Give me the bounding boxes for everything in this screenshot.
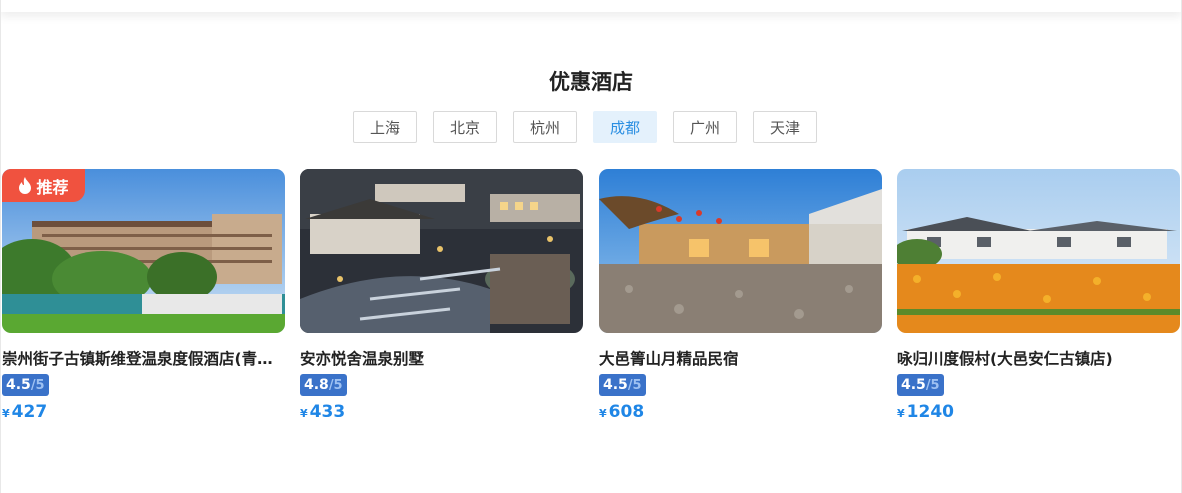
hotel-name[interactable]: 咏归川度假村(大邑安仁古镇店) [897, 347, 1180, 369]
hotel-card[interactable]: 推荐 崇州街子古镇斯维登温泉度假酒店(青城山店) 4.5/5 ¥427 [2, 169, 285, 422]
rating-badge: 4.5/5 [599, 374, 646, 396]
price-amount: 427 [11, 402, 48, 422]
recommend-badge: 推荐 [2, 169, 85, 202]
rating-score: 4.5 [6, 377, 31, 393]
hotel-price: ¥427 [2, 402, 285, 422]
rating-score: 4.5 [901, 377, 926, 393]
currency-symbol: ¥ [599, 407, 607, 420]
fire-icon [18, 177, 32, 194]
rating-badge: 4.5/5 [897, 374, 944, 396]
hotel-card[interactable]: 咏归川度假村(大邑安仁古镇店) 4.5/5 ¥1240 [897, 169, 1180, 422]
hotel-name[interactable]: 大邑箐山月精品民宿 [599, 347, 882, 369]
tab-hangzhou[interactable]: 杭州 [513, 111, 577, 143]
price-amount: 1240 [906, 402, 954, 422]
currency-symbol: ¥ [897, 407, 905, 420]
rating-badge: 4.5/5 [2, 374, 49, 396]
badge-label: 推荐 [36, 177, 69, 197]
hotel-price: ¥608 [599, 402, 882, 422]
hotel-card[interactable]: 大邑箐山月精品民宿 4.5/5 ¥608 [599, 169, 882, 422]
rating-score: 4.5 [603, 377, 628, 393]
section-title: 优惠酒店 [549, 70, 633, 94]
hotel-name[interactable]: 崇州街子古镇斯维登温泉度假酒店(青城山店) [2, 347, 285, 369]
currency-symbol: ¥ [2, 407, 10, 420]
city-tabs: 上海 北京 杭州 成都 广州 天津 [353, 111, 817, 143]
price-amount: 433 [309, 402, 346, 422]
currency-symbol: ¥ [300, 407, 308, 420]
rating-max: /5 [328, 378, 343, 393]
rating-max: /5 [30, 378, 45, 393]
rating-max: /5 [925, 378, 940, 393]
rating-badge: 4.8/5 [300, 374, 347, 396]
tab-guangzhou[interactable]: 广州 [673, 111, 737, 143]
rating-score: 4.8 [304, 377, 329, 393]
hotel-name[interactable]: 安亦悦舍温泉别墅 [300, 347, 583, 369]
hotel-price: ¥433 [300, 402, 583, 422]
hotel-card[interactable]: 安亦悦舍温泉别墅 4.8/5 ¥433 [300, 169, 583, 422]
hotel-image[interactable] [897, 169, 1180, 333]
tab-tianjin[interactable]: 天津 [753, 111, 817, 143]
tab-shanghai[interactable]: 上海 [353, 111, 417, 143]
hotel-image[interactable] [599, 169, 882, 333]
hotel-price: ¥1240 [897, 402, 1180, 422]
price-amount: 608 [608, 402, 645, 422]
rating-max: /5 [627, 378, 642, 393]
tab-beijing[interactable]: 北京 [433, 111, 497, 143]
hotel-image[interactable] [300, 169, 583, 333]
top-bar [0, 0, 1182, 12]
tab-chengdu[interactable]: 成都 [593, 111, 657, 143]
hotel-image[interactable]: 推荐 [2, 169, 285, 333]
